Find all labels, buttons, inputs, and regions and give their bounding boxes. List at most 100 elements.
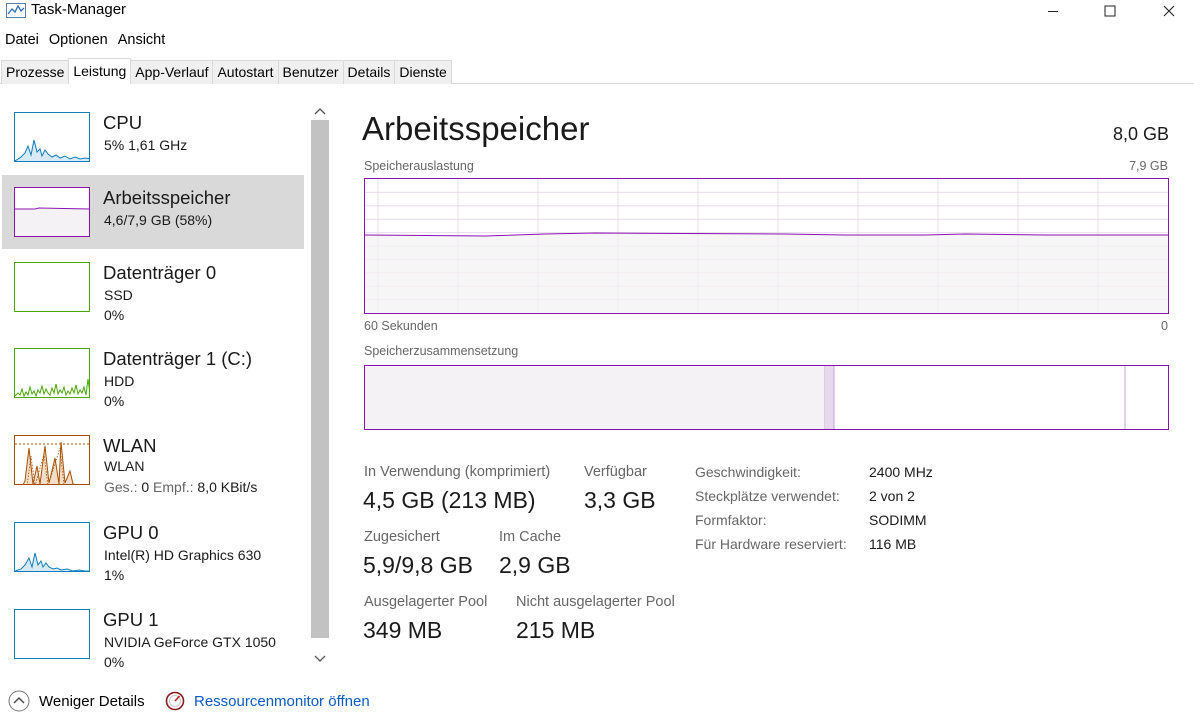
available-value: 3,3 GB — [584, 487, 656, 513]
close-icon — [1163, 5, 1175, 17]
sidebar-item-gpu1[interactable]: GPU 1 NVIDIA GeForce GTX 1050 0% — [2, 597, 304, 671]
collapse-circle-icon — [8, 690, 30, 712]
usage-graph-label: Speicherauslastung — [364, 159, 474, 173]
minimize-button[interactable] — [1030, 0, 1076, 22]
sidebar-scrollbar[interactable] — [310, 98, 330, 672]
maximize-icon — [1104, 5, 1116, 17]
sidebar-item-disk1[interactable]: Datenträger 1 (C:) HDD 0% — [2, 336, 304, 410]
sidebar-item-gpu0-usage: 1% — [104, 567, 125, 583]
sidebar-item-disk1-type: HDD — [104, 373, 135, 389]
composition-in-use — [365, 366, 825, 429]
scrollbar-thumb[interactable] — [311, 120, 329, 638]
composition-label: Speicherzusammensetzung — [364, 344, 519, 358]
sidebar-item-memory-usage: 4,6/7,9 GB (58%) — [104, 212, 213, 228]
sidebar-item-disk1-name: Datenträger 1 (C:) — [103, 348, 253, 369]
close-button[interactable] — [1146, 0, 1192, 22]
sidebar-item-disk0-name: Datenträger 0 — [103, 262, 217, 283]
paged-pool-value: 349 MB — [363, 617, 443, 643]
in-use-label: In Verwendung (komprimiert) — [364, 464, 551, 480]
memory-composition-bar — [364, 365, 1169, 430]
task-manager-icon — [6, 3, 26, 18]
menu-ansicht[interactable]: Ansicht — [113, 30, 171, 50]
hardware-reserved-label: Für Hardware reserviert: — [695, 536, 847, 552]
nonpaged-pool-value: 215 MB — [516, 617, 596, 643]
composition-modified — [825, 366, 834, 429]
menu-datei[interactable]: Datei — [0, 30, 44, 50]
sidebar-item-disk1-usage: 0% — [104, 393, 125, 409]
sidebar-item-wlan[interactable]: WLAN WLAN Ges.: 0 Empf.: 8,0 KBit/s — [2, 423, 304, 497]
sidebar-item-cpu-name: CPU — [103, 112, 143, 133]
footer-bar: Weniger Details Ressourcenmonitor öffnen — [0, 686, 1194, 716]
minimize-icon — [1048, 11, 1058, 12]
speed-label: Geschwindigkeit: — [695, 464, 801, 480]
memory-thumbnail-graph — [14, 187, 90, 237]
available-label: Verfügbar — [584, 464, 647, 480]
sidebar-item-wlan-adapter: WLAN — [104, 458, 145, 474]
sidebar-item-gpu0-name: GPU 0 — [103, 522, 159, 543]
sidebar-item-gpu1-model: NVIDIA GeForce GTX 1050 — [104, 634, 276, 650]
form-factor-value: SODIMM — [869, 512, 927, 528]
tab-app-verlauf[interactable]: App-Verlauf — [130, 60, 214, 84]
chevron-down-icon — [314, 655, 326, 662]
memory-total: 8,0 GB — [1112, 124, 1169, 144]
in-use-value: 4,5 GB (213 MB) — [363, 487, 536, 513]
cached-label: Im Cache — [499, 529, 562, 545]
gpu0-thumbnail-graph — [14, 522, 90, 572]
memory-usage-graph — [364, 178, 1169, 314]
wlan-recv-label: Empf.: — [153, 479, 194, 495]
resource-monitor-label: Ressourcenmonitor öffnen — [194, 692, 370, 710]
wlan-send-label: Ges.: — [104, 479, 138, 495]
scroll-up-button[interactable] — [312, 103, 328, 119]
sidebar-item-disk0-usage: 0% — [104, 307, 125, 323]
sidebar-item-gpu0[interactable]: GPU 0 Intel(R) HD Graphics 630 1% — [2, 510, 304, 584]
sidebar-item-gpu1-name: GPU 1 — [103, 609, 159, 630]
wlan-send-value: 0 — [141, 479, 150, 495]
speed-value: 2400 MHz — [869, 464, 933, 480]
fewer-details-button[interactable]: Weniger Details — [8, 686, 145, 716]
page-title: Arbeitsspeicher — [362, 110, 590, 147]
sidebar-item-cpu-usage: 5% 1,61 GHz — [104, 137, 188, 153]
form-factor-label: Formfaktor: — [695, 512, 767, 528]
tab-prozesse[interactable]: Prozesse — [1, 60, 70, 84]
title-bar: Task-Manager — [0, 0, 1194, 22]
tab-benutzer[interactable]: Benutzer — [277, 60, 344, 84]
menu-optionen[interactable]: Optionen — [44, 30, 113, 50]
tab-details[interactable]: Details — [342, 60, 396, 84]
paged-pool-label: Ausgelagerter Pool — [364, 594, 488, 610]
cpu-thumbnail-graph — [14, 112, 90, 162]
wlan-thumbnail-graph — [14, 435, 90, 485]
tab-leistung[interactable]: Leistung — [68, 58, 132, 84]
graph-time-zero: 0 — [1161, 319, 1168, 333]
sidebar-item-disk0[interactable]: Datenträger 0 SSD 0% — [2, 250, 304, 324]
committed-label: Zugesichert — [364, 529, 440, 545]
resource-monitor-icon — [165, 691, 185, 711]
disk0-thumbnail-graph — [14, 262, 90, 312]
slots-label: Steckplätze verwendet: — [695, 488, 840, 504]
sidebar-item-memory[interactable]: Arbeitsspeicher 4,6/7,9 GB (58%) — [2, 175, 304, 249]
sidebar-item-disk0-type: SSD — [104, 287, 133, 303]
graph-time-span: 60 Sekunden — [364, 319, 438, 333]
committed-value: 5,9/9,8 GB — [363, 552, 473, 578]
maximize-button[interactable] — [1087, 0, 1133, 22]
resource-sidebar: CPU 5% 1,61 GHz Arbeitsspeicher 4,6/7,9 … — [0, 98, 306, 672]
usage-graph-max: 7,9 GB — [1129, 159, 1168, 173]
resource-monitor-link[interactable]: Ressourcenmonitor öffnen — [165, 686, 370, 716]
fewer-details-label: Weniger Details — [39, 692, 145, 710]
cached-value: 2,9 GB — [499, 552, 571, 578]
sidebar-item-wlan-name: WLAN — [103, 435, 157, 456]
sidebar-item-memory-name: Arbeitsspeicher — [103, 187, 231, 208]
sidebar-item-wlan-throughput: Ges.: 0 Empf.: 8,0 KBit/s — [104, 479, 257, 495]
nonpaged-pool-label: Nicht ausgelagerter Pool — [516, 594, 675, 610]
tab-bar: Prozesse Leistung App-Verlauf Autostart … — [0, 58, 1194, 84]
sidebar-item-gpu0-model: Intel(R) HD Graphics 630 — [104, 547, 262, 563]
tab-dienste[interactable]: Dienste — [394, 60, 452, 84]
tab-autostart[interactable]: Autostart — [212, 60, 279, 84]
sidebar-item-cpu[interactable]: CPU 5% 1,61 GHz — [2, 100, 304, 174]
wlan-recv-value: 8,0 KBit/s — [197, 479, 258, 495]
disk1-thumbnail-graph — [14, 348, 90, 398]
scroll-down-button[interactable] — [312, 651, 328, 667]
window-title: Task-Manager — [31, 1, 127, 18]
sidebar-item-gpu1-usage: 0% — [104, 654, 125, 670]
chevron-up-icon — [314, 108, 326, 115]
hardware-reserved-value: 116 MB — [869, 536, 917, 552]
